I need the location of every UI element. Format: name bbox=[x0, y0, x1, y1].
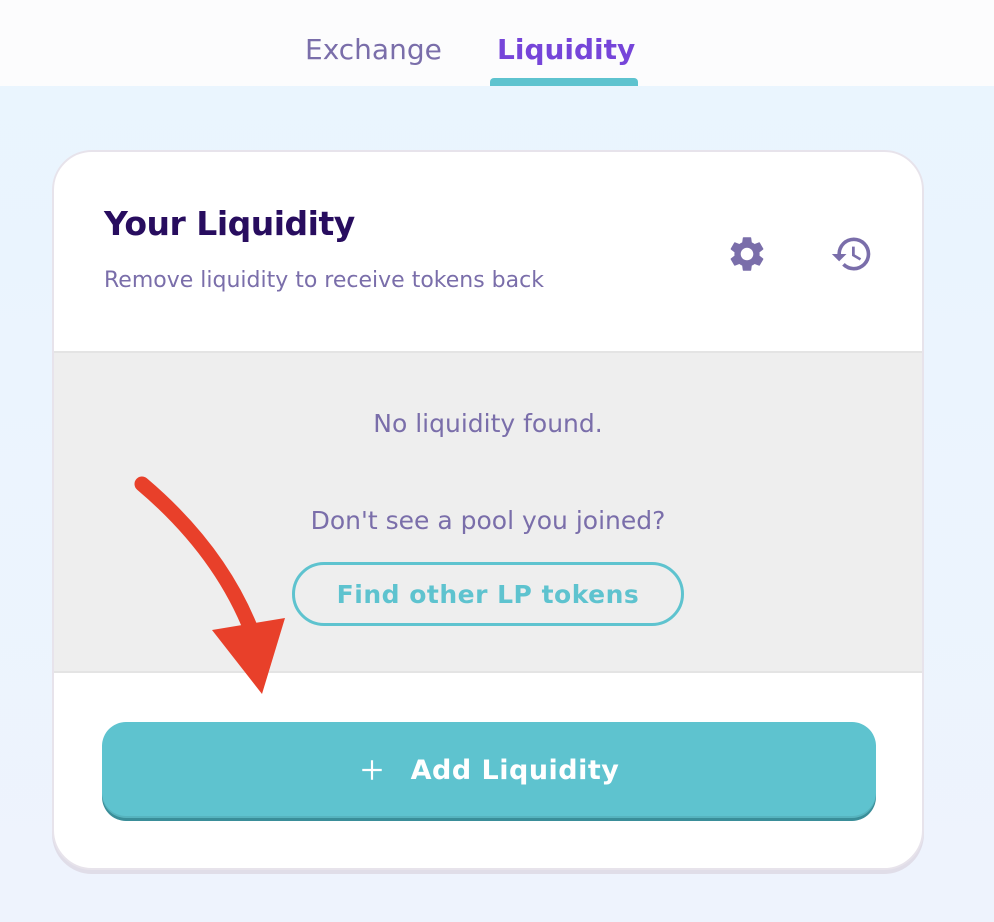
missing-pool-prompt: Don't see a pool you joined? bbox=[310, 506, 666, 535]
top-nav: Exchange Liquidity bbox=[0, 0, 994, 86]
find-lp-tokens-button[interactable]: Find other LP tokens bbox=[292, 562, 684, 626]
settings-button[interactable] bbox=[725, 232, 769, 276]
tab-exchange[interactable]: Exchange bbox=[305, 30, 442, 70]
no-liquidity-message: No liquidity found. bbox=[373, 409, 603, 438]
add-liquidity-button[interactable]: Add Liquidity bbox=[102, 722, 876, 818]
history-icon bbox=[831, 237, 871, 271]
liquidity-card: Your Liquidity Remove liquidity to recei… bbox=[52, 150, 924, 870]
add-liquidity-label: Add Liquidity bbox=[410, 754, 620, 786]
tab-liquidity[interactable]: Liquidity bbox=[497, 30, 635, 70]
plus-icon bbox=[359, 757, 385, 783]
card-title: Your Liquidity bbox=[104, 204, 355, 243]
empty-liquidity-panel: No liquidity found. Don't see a pool you… bbox=[54, 351, 922, 673]
history-button[interactable] bbox=[830, 232, 874, 276]
active-tab-indicator bbox=[490, 78, 638, 86]
card-subtitle: Remove liquidity to receive tokens back bbox=[104, 268, 544, 293]
settings-gear-icon bbox=[730, 237, 764, 271]
